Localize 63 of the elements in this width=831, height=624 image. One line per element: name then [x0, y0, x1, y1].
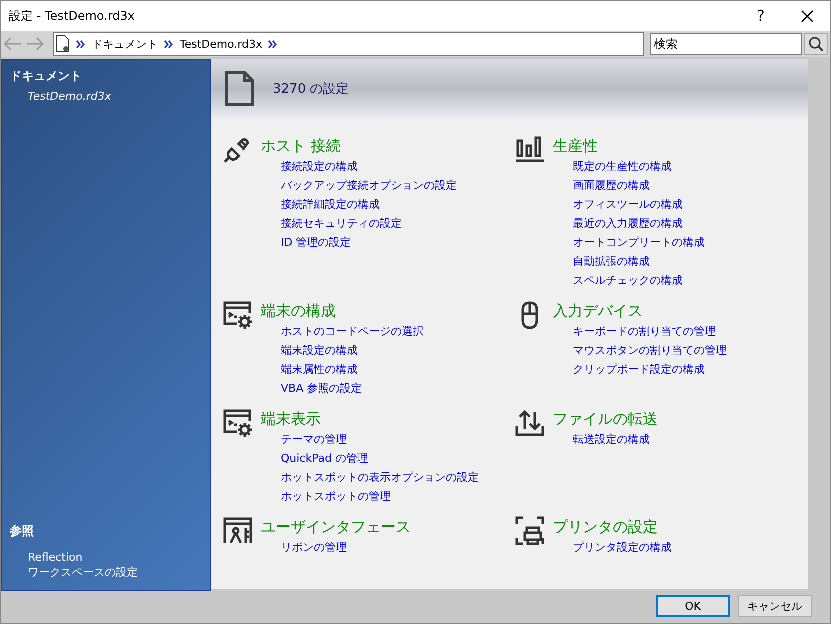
- bar-chart-icon: [515, 135, 545, 165]
- settings-link[interactable]: リボンの管理: [281, 538, 515, 557]
- terminal-gear-icon: [223, 408, 253, 438]
- close-icon: [800, 10, 814, 22]
- document-icon: [225, 71, 255, 107]
- settings-link[interactable]: 自動拡張の構成: [573, 252, 808, 271]
- settings-link[interactable]: 端末設定の構成: [281, 341, 515, 360]
- search-button[interactable]: [804, 33, 828, 55]
- settings-link[interactable]: 接続設定の構成: [281, 157, 515, 176]
- settings-link[interactable]: テーマの管理: [281, 430, 515, 449]
- settings-link[interactable]: 端末属性の構成: [281, 360, 515, 379]
- settings-link[interactable]: ホットスポットの管理: [281, 487, 515, 506]
- transfer-arrows-icon: [515, 408, 545, 438]
- breadcrumb-item[interactable]: ドキュメント: [92, 36, 158, 52]
- section-title: 端末の構成: [261, 302, 336, 320]
- forward-arrow-icon: [26, 37, 44, 51]
- settings-link[interactable]: バックアップ接続オプションの設定: [281, 176, 515, 195]
- settings-link[interactable]: ホストのコードページの選択: [281, 322, 515, 341]
- sidebar-link[interactable]: Reflection: [10, 550, 210, 565]
- settings-link[interactable]: ホットスポットの表示オプションの設定: [281, 468, 515, 487]
- chevron-icon: [164, 40, 174, 48]
- chevron-icon: [76, 40, 86, 48]
- cancel-button[interactable]: キャンセル: [738, 595, 812, 617]
- settings-link[interactable]: クリップボード設定の構成: [573, 360, 808, 379]
- window-title: 設定 - TestDemo.rd3x: [9, 8, 136, 24]
- section-title: 入力デバイス: [553, 302, 643, 320]
- sidebar-heading: ドキュメント: [10, 68, 83, 85]
- printer-icon: [515, 516, 545, 546]
- section-title: 生産性: [553, 137, 598, 155]
- settings-link[interactable]: VBA 参照の設定: [281, 379, 515, 398]
- section-title: ユーザインタフェース: [261, 518, 411, 536]
- settings-link[interactable]: オートコンプリートの構成: [573, 233, 808, 252]
- settings-link[interactable]: オフィスツールの構成: [573, 195, 808, 214]
- window-tools-icon: [223, 516, 253, 546]
- back-arrow-icon: [4, 37, 22, 51]
- section-title: 端末表示: [261, 410, 321, 428]
- sidebar-link[interactable]: ワークスペースの設定: [10, 565, 210, 580]
- settings-link[interactable]: 転送設定の構成: [573, 430, 808, 449]
- search-field[interactable]: 検索: [650, 33, 802, 55]
- settings-link[interactable]: 接続セキュリティの設定: [281, 214, 515, 233]
- sidebar-item[interactable]: TestDemo.rd3x: [10, 89, 210, 104]
- settings-link[interactable]: 接続詳細設定の構成: [281, 195, 515, 214]
- header-title: 3270 の設定: [273, 81, 350, 98]
- sidebar-heading: 参照: [10, 523, 35, 540]
- ok-button[interactable]: OK: [656, 595, 730, 617]
- settings-link[interactable]: 既定の生産性の構成: [573, 157, 808, 176]
- section-title: プリンタの設定: [553, 518, 658, 536]
- section-title: ファイルの転送: [553, 410, 658, 428]
- settings-link[interactable]: 最近の入力履歴の構成: [573, 214, 808, 233]
- settings-link[interactable]: マウスボタンの割り当ての管理: [573, 341, 808, 360]
- help-button[interactable]: ?: [738, 1, 784, 31]
- settings-link[interactable]: ID 管理の設定: [281, 233, 515, 252]
- settings-link[interactable]: 画面履歴の構成: [573, 176, 808, 195]
- document-gear-icon: [56, 35, 70, 53]
- settings-link[interactable]: キーボードの割り当ての管理: [573, 322, 808, 341]
- terminal-gear-icon: [223, 300, 253, 330]
- settings-link[interactable]: プリンタ設定の構成: [573, 538, 808, 557]
- settings-link[interactable]: スペルチェックの構成: [573, 271, 808, 290]
- section-title: ホスト 接続: [261, 137, 341, 155]
- breadcrumb-item[interactable]: TestDemo.rd3x: [180, 38, 262, 50]
- settings-link[interactable]: QuickPad の管理: [281, 449, 515, 468]
- chevron-icon: [268, 40, 278, 48]
- search-icon: [808, 36, 824, 52]
